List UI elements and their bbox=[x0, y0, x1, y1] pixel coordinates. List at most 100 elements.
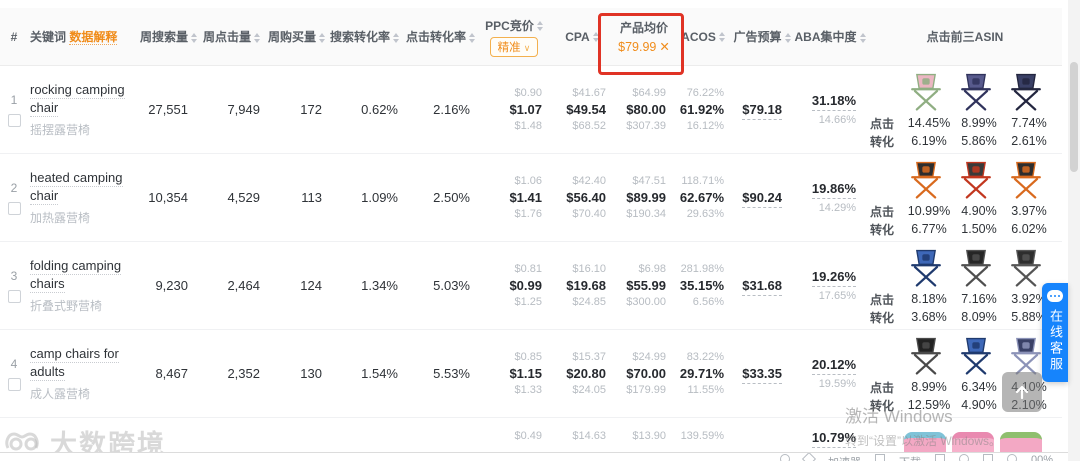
asin-click-rate-row: 点击 14.45% 8.99% 7.74% bbox=[870, 115, 1062, 132]
row-index: 3 bbox=[10, 268, 18, 283]
toolbar-refresh-icon[interactable] bbox=[959, 454, 969, 461]
table-row: 1 rocking camping chair 摇摆露营椅 27,551 7,9… bbox=[0, 66, 1062, 154]
sort-icon[interactable] bbox=[393, 32, 400, 43]
search-conversion-rate: 1.09% bbox=[361, 190, 398, 205]
sort-icon[interactable] bbox=[319, 32, 326, 43]
acos-range: 281.98% 35.15% 6.56% bbox=[679, 263, 724, 308]
keyword-link[interactable]: camp chairs for adults bbox=[30, 346, 119, 381]
column-header-search-cvr: 搜索转化率 bbox=[330, 28, 406, 45]
product-price-range: $64.99 $80.00 $307.39 bbox=[626, 87, 666, 132]
precise-match-filter-button[interactable]: 精准 ∨ bbox=[489, 36, 539, 57]
sort-icon[interactable] bbox=[469, 32, 476, 43]
data-explanation-link[interactable]: 数据解释 bbox=[69, 30, 118, 45]
camp-chair-icon bbox=[961, 337, 991, 375]
asin-product-image[interactable] bbox=[1004, 246, 1048, 290]
asin-product-image[interactable] bbox=[904, 246, 948, 290]
online-service-button[interactable]: 在线客服 bbox=[1042, 283, 1068, 382]
back-to-top-button[interactable] bbox=[1002, 372, 1042, 412]
asin-conversion-rate-row: 转化 6.19% 5.86% 2.61% bbox=[870, 133, 1062, 150]
ad-budget: $90.24 bbox=[732, 190, 792, 208]
camp-chair-icon bbox=[911, 161, 941, 199]
asin-click-rate: 7.16% bbox=[961, 292, 997, 306]
chevron-down-icon: ∨ bbox=[523, 42, 531, 53]
click-conversion-rate: 2.16% bbox=[433, 102, 470, 117]
table-row: 4 camp chairs for adults 成人露营椅 8,467 2,3… bbox=[0, 330, 1062, 418]
asin-product-image[interactable] bbox=[1004, 158, 1048, 202]
toolbar-accelerator-label[interactable]: 加速器 bbox=[828, 454, 861, 461]
sort-icon[interactable] bbox=[536, 21, 543, 32]
toolbar-download-label[interactable]: 下载 bbox=[899, 454, 921, 461]
acos-range: 139.59% bbox=[680, 430, 724, 442]
asin-product-image[interactable] bbox=[954, 334, 998, 378]
asin-click-rate: 6.34% bbox=[961, 380, 997, 394]
weekly-clicks: 4,529 bbox=[227, 190, 260, 205]
asin-product-image[interactable] bbox=[954, 246, 998, 290]
row-checkbox[interactable] bbox=[7, 113, 21, 127]
weekly-purchases: 113 bbox=[301, 190, 322, 205]
toolbar-circle-icon[interactable] bbox=[780, 454, 790, 461]
column-header-acos: ACOS bbox=[674, 30, 732, 44]
asin-product-image[interactable] bbox=[904, 334, 948, 378]
keyword-translation: 加热露营椅 bbox=[30, 211, 91, 225]
keyword-link[interactable]: folding camping chairs bbox=[30, 258, 122, 293]
asin-click-rate: 8.99% bbox=[911, 380, 947, 394]
weekly-clicks: 7,949 bbox=[227, 102, 260, 117]
weekly-purchases: 172 bbox=[300, 102, 322, 117]
cpa-range: $42.40 $56.40 $70.40 bbox=[566, 175, 606, 220]
weekly-search-volume: 8,467 bbox=[155, 366, 188, 381]
price-filter-close-icon[interactable]: ✕ bbox=[659, 40, 669, 54]
column-header-aba: ABA集中度 bbox=[792, 28, 868, 45]
row-index: 2 bbox=[10, 180, 18, 195]
sort-icon[interactable] bbox=[592, 32, 599, 43]
asin-conversion-rate: 2.61% bbox=[1011, 134, 1047, 148]
sort-icon[interactable] bbox=[254, 32, 260, 43]
keyword-research-page: { "colors": { "accent_orange": "#f08c1a"… bbox=[0, 0, 1080, 461]
toolbar-grid-icon[interactable] bbox=[935, 454, 945, 461]
asin-conversion-rate: 6.77% bbox=[911, 222, 947, 236]
sort-icon[interactable] bbox=[784, 32, 791, 43]
asin-click-rate: 3.97% bbox=[1011, 204, 1047, 218]
product-price-range: $47.51 $89.99 $190.34 bbox=[626, 175, 666, 220]
toolbar-share-icon[interactable] bbox=[801, 453, 817, 461]
column-header-top-asin: 点击前三ASIN bbox=[926, 30, 1004, 44]
asin-product-image[interactable] bbox=[904, 70, 948, 114]
asin-product-image[interactable] bbox=[954, 70, 998, 114]
search-conversion-rate: 0.62% bbox=[361, 102, 398, 117]
asin-click-rate: 8.99% bbox=[961, 116, 997, 130]
row-checkbox[interactable] bbox=[7, 201, 21, 215]
keyword-link[interactable]: rocking camping chair bbox=[30, 82, 125, 117]
ppc-bid-range: $1.06 $1.41 $1.76 bbox=[509, 175, 542, 220]
asin-product-image[interactable] bbox=[954, 158, 998, 202]
asin-click-rate: 7.74% bbox=[1011, 116, 1047, 130]
keyword-header-label: 关键词 bbox=[30, 30, 67, 44]
sort-icon[interactable] bbox=[859, 32, 866, 43]
row-checkbox[interactable] bbox=[7, 289, 21, 303]
asin-product-image[interactable] bbox=[904, 158, 948, 202]
row-checkbox[interactable] bbox=[7, 377, 21, 391]
asin-product-image[interactable] bbox=[1004, 70, 1048, 114]
toolbar-download-icon[interactable] bbox=[875, 454, 885, 461]
top-asin-cell: 点击 10.99% 4.90% 3.97% 转化 6.77% 1.50% 6.0… bbox=[868, 158, 1062, 238]
column-header-click-cvr: 点击转化率 bbox=[406, 28, 478, 45]
table-row: 3 folding camping chairs 折叠式野营椅 9,230 2,… bbox=[0, 242, 1062, 330]
keyword-translation: 摇摆露营椅 bbox=[30, 123, 91, 137]
asin-conversion-rate-row: 转化 3.68% 8.09% 5.88% bbox=[870, 309, 1062, 326]
scrollbar-thumb[interactable] bbox=[1070, 62, 1078, 172]
asin-click-rate: 8.18% bbox=[911, 292, 947, 306]
scrollbar[interactable] bbox=[1068, 0, 1080, 461]
column-header-clicks: 周点击量 bbox=[196, 28, 268, 45]
aba-concentration: 10.79% bbox=[792, 430, 868, 448]
weekly-search-volume: 9,230 bbox=[155, 278, 188, 293]
sort-icon[interactable] bbox=[718, 32, 725, 43]
table-row: 2 heated camping chair 加热露营椅 10,354 4,52… bbox=[0, 154, 1062, 242]
price-filter-chip[interactable]: $79.99 ✕ bbox=[618, 39, 670, 54]
asin-conversion-rate: 1.50% bbox=[961, 222, 997, 236]
toolbar-window-icon[interactable] bbox=[983, 454, 993, 461]
search-conversion-rate: 1.34% bbox=[361, 278, 398, 293]
toolbar-zoom-icon[interactable] bbox=[1007, 454, 1017, 461]
ad-budget: $31.68 bbox=[732, 278, 792, 296]
keyword-link[interactable]: heated camping chair bbox=[30, 170, 123, 205]
asin-conversion-rate: 3.68% bbox=[911, 310, 947, 324]
aba-concentration: 19.86% 14.29% bbox=[811, 181, 856, 214]
table-body: 1 rocking camping chair 摇摆露营椅 27,551 7,9… bbox=[0, 66, 1080, 418]
